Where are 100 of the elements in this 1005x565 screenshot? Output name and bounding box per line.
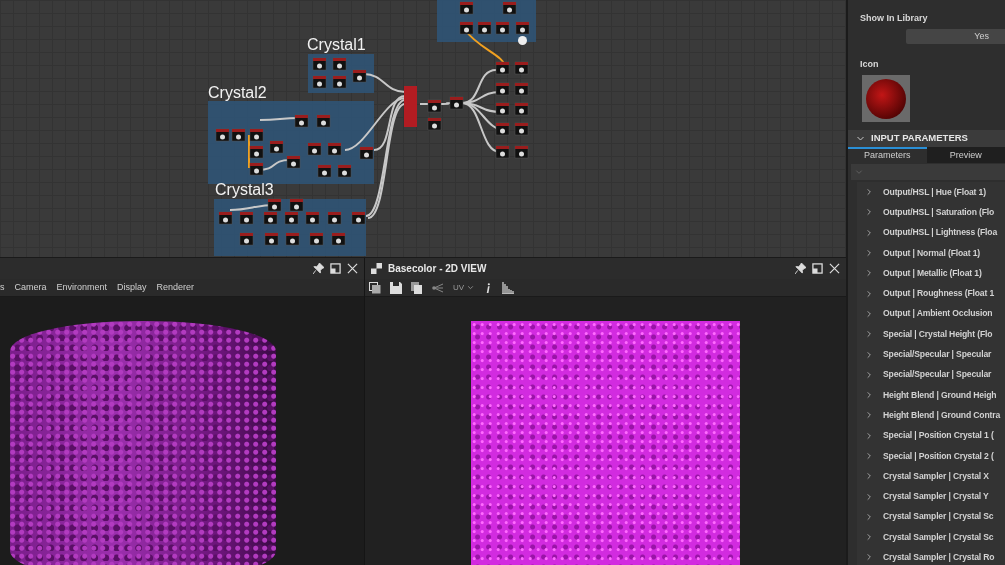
graph-node[interactable] [267,198,282,212]
parameter-row[interactable]: Crystal Sampler | Crystal Ro [857,547,1005,565]
parameter-row[interactable]: Crystal Sampler | Crystal Y [857,486,1005,507]
graph-node[interactable] [231,128,246,142]
graph-node[interactable] [294,114,309,128]
graph-node[interactable] [317,164,332,178]
graph-node[interactable] [215,128,230,142]
graph-node[interactable] [285,232,300,246]
menu-item[interactable]: s [0,280,5,295]
frame-title: Crystal3 [215,182,274,198]
graph-node[interactable] [495,145,510,159]
chevron-icon [865,411,873,420]
graph-node[interactable] [515,21,530,35]
parameter-row[interactable]: Output | Normal (Float 1) [857,242,1005,264]
parameter-row[interactable]: Output | Roughness (Float 1 [857,283,1005,304]
graph-node[interactable] [495,122,510,136]
graph-node[interactable] [218,211,233,225]
graph-node[interactable] [312,75,327,89]
graph-node[interactable] [514,82,529,96]
graph-node[interactable] [514,122,529,136]
graph-node[interactable] [239,211,254,225]
chevron-icon [856,134,865,143]
chevron-icon [865,533,873,542]
graph-node[interactable] [427,99,442,113]
parameter-row[interactable]: Special | Position Crystal 2 ( [857,445,1005,467]
graph-node[interactable] [427,117,442,131]
graph-node[interactable] [264,232,279,246]
graph-node[interactable] [332,75,347,89]
close-icon[interactable] [829,263,840,274]
maximize-icon[interactable] [330,263,341,274]
graph-node[interactable] [307,142,322,156]
histogram-icon[interactable] [502,281,515,294]
menu-item[interactable]: Environment [56,280,108,295]
tab[interactable]: Preview [926,147,1005,163]
graph-node[interactable] [327,211,342,225]
graph-node[interactable] [449,96,464,110]
graph-node[interactable] [289,198,304,212]
graph-node[interactable] [404,86,417,127]
field-label: Show In Library [859,12,929,25]
graph-node[interactable] [284,211,299,225]
graph-node[interactable] [477,21,492,35]
graph-node[interactable] [495,82,510,96]
parameter-row[interactable]: Special | Position Crystal 1 ( [857,425,1005,446]
graph-node[interactable] [269,140,284,154]
graph-node[interactable] [312,57,327,71]
graph-node[interactable] [337,164,352,178]
parameter-row[interactable]: Special/Specular | Specular [857,364,1005,385]
copy-icon[interactable] [411,281,423,294]
graph-node[interactable] [316,114,331,128]
graph-node[interactable] [305,211,320,225]
graph-node[interactable] [495,21,510,35]
graph-node[interactable] [249,145,264,159]
graph-node[interactable] [351,211,366,225]
graph-node[interactable] [352,69,367,83]
graph-node[interactable] [502,1,517,15]
parameter-row[interactable]: Special/Specular | Specular [857,344,1005,365]
graph-node[interactable] [249,128,264,142]
maximize-icon[interactable] [812,263,823,274]
graph-node[interactable] [327,142,342,156]
graph-node[interactable] [249,162,264,176]
graph-node[interactable] [359,146,374,160]
export-icon[interactable] [369,281,381,294]
graph-node[interactable] [239,232,254,246]
share-icon[interactable] [432,281,444,294]
graph-node[interactable] [309,232,324,246]
graph-node[interactable] [286,155,301,169]
graph-node[interactable] [495,61,510,75]
pin-icon[interactable] [313,263,324,274]
graph-node[interactable] [514,102,529,116]
graph-node[interactable] [518,36,527,45]
parameter-row[interactable]: Height Blend | Ground Contra [857,405,1005,426]
graph-node[interactable] [332,57,347,71]
parameter-row[interactable]: Output | Metallic (Float 1) [857,263,1005,284]
save-icon[interactable] [390,281,402,294]
graph-node[interactable] [514,61,529,75]
graph-node[interactable] [331,232,346,246]
menu-item[interactable]: Camera [14,280,47,295]
graph-node[interactable] [495,102,510,116]
parameter-row[interactable]: Crystal Sampler | Crystal Sc [857,506,1005,528]
parameter-row[interactable]: Output | Ambient Occlusion [857,303,1005,325]
graph-node[interactable] [514,145,529,159]
parameter-row[interactable]: Height Blend | Ground Heigh [857,384,1005,406]
pin-icon[interactable] [795,263,806,274]
parameter-row[interactable]: Crystal Sampler | Crystal Sc [857,527,1005,548]
parameter-row[interactable]: Output/HSL | Hue (Float 1) [857,182,1005,203]
parameter-row[interactable]: Output/HSL | Saturation (Flo [857,202,1005,223]
close-icon[interactable] [347,263,358,274]
graph-node[interactable] [459,1,474,15]
parameter-row[interactable]: Special | Crystal Height (Flo [857,324,1005,345]
chevron-icon [865,370,873,379]
yes-field[interactable]: Yes [906,28,1005,44]
menu-item[interactable]: Renderer [156,280,195,295]
menu-item[interactable]: Display [117,280,147,295]
parameter-row[interactable]: Crystal Sampler | Crystal X [857,466,1005,487]
parameter-row[interactable]: Output/HSL | Lightness (Floa [857,222,1005,243]
section-header[interactable]: INPUT PARAMETERS [848,130,1005,147]
chevron-icon [865,249,873,258]
field-label: Icon [859,57,880,71]
graph-node[interactable] [459,21,474,35]
graph-node[interactable] [263,211,278,225]
